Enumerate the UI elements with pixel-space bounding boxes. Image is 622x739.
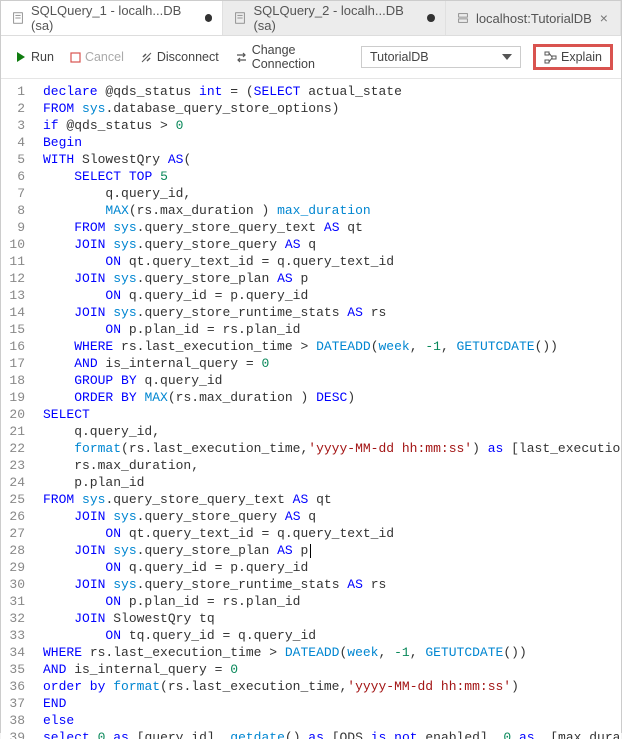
cancel-label: Cancel <box>85 50 124 64</box>
code-content[interactable]: declare @qds_status int = (SELECT actual… <box>35 79 621 739</box>
tab-bar: SQLQuery_1 - localh...DB (sa) SQLQuery_2… <box>1 1 621 36</box>
toolbar: Run Cancel Disconnect Change Connection … <box>1 36 621 79</box>
tab-sqlquery1[interactable]: SQLQuery_1 - localh...DB (sa) <box>1 1 223 35</box>
disconnect-icon <box>140 51 153 64</box>
change-connection-label: Change Connection <box>252 43 351 71</box>
change-connection-button[interactable]: Change Connection <box>229 41 357 73</box>
server-icon <box>456 11 470 25</box>
tab-sqlquery2[interactable]: SQLQuery_2 - localh...DB (sa) <box>223 1 445 35</box>
explain-icon <box>544 51 557 64</box>
disconnect-button[interactable]: Disconnect <box>134 48 225 66</box>
chevron-down-icon <box>502 54 512 60</box>
database-selected-value: TutorialDB <box>370 50 429 64</box>
code-editor[interactable]: 1234567891011121314151617181920212223242… <box>1 79 621 739</box>
file-icon <box>233 11 247 25</box>
tab-label: localhost:TutorialDB <box>476 11 592 26</box>
stop-icon <box>70 52 81 63</box>
explain-button[interactable]: Explain <box>533 44 613 70</box>
cancel-button[interactable]: Cancel <box>64 48 130 66</box>
tab-tutorialdb[interactable]: localhost:TutorialDB × <box>446 1 621 35</box>
run-button[interactable]: Run <box>9 48 60 66</box>
play-icon <box>15 51 27 63</box>
close-icon[interactable]: × <box>598 10 610 26</box>
run-label: Run <box>31 50 54 64</box>
disconnect-label: Disconnect <box>157 50 219 64</box>
tab-label: SQLQuery_2 - localh...DB (sa) <box>253 3 421 33</box>
file-icon <box>11 11 25 25</box>
tab-label: SQLQuery_1 - localh...DB (sa) <box>31 3 199 33</box>
modified-dot-icon <box>427 14 435 22</box>
explain-label: Explain <box>561 50 602 64</box>
swap-icon <box>235 51 248 64</box>
database-select[interactable]: TutorialDB <box>361 46 521 68</box>
modified-dot-icon <box>205 14 213 22</box>
line-gutter: 1234567891011121314151617181920212223242… <box>1 79 35 739</box>
